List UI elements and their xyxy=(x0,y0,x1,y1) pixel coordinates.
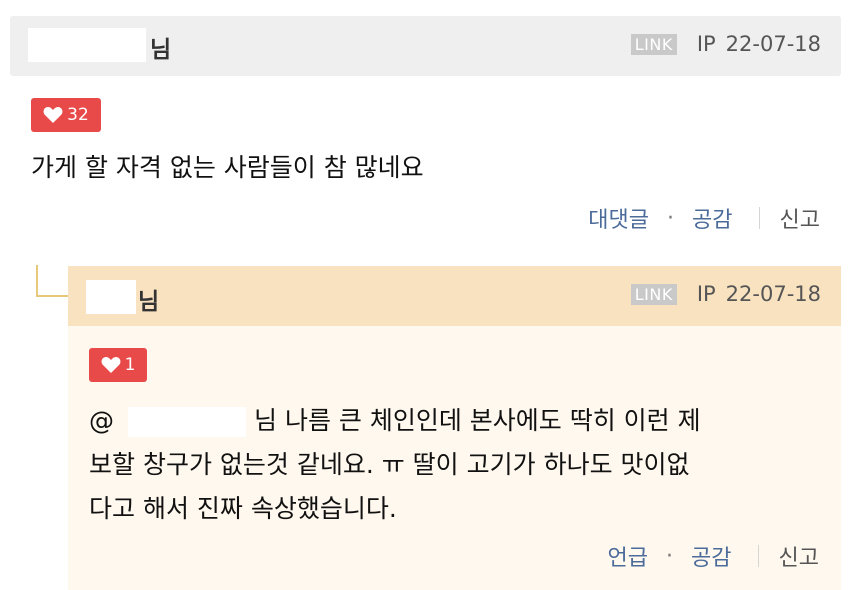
reply-like-count: 1 xyxy=(124,355,136,375)
like-count: 32 xyxy=(67,105,89,125)
heart-icon xyxy=(101,357,121,373)
reply-date: 22-07-18 xyxy=(725,282,821,306)
reply-connector xyxy=(36,265,70,297)
author-name-redacted[interactable] xyxy=(28,28,146,62)
comment-date: 22-07-18 xyxy=(725,32,821,56)
report-button[interactable]: 신고 xyxy=(780,202,820,234)
comment-meta: LINK IP 22-07-18 xyxy=(630,32,821,56)
mention-name-redacted[interactable] xyxy=(128,407,246,437)
reply-text-line-3: 다고 해서 진짜 속상했습니다. xyxy=(89,494,397,523)
heart-icon xyxy=(43,107,63,123)
link-badge[interactable]: LINK xyxy=(630,33,677,55)
ip-label: IP xyxy=(696,32,716,56)
author-suffix: 님 xyxy=(150,37,172,63)
reply-text-line-2: 보할 창구가 없는것 같네요. ㅠ 딸이 고기가 하나도 맛이없 xyxy=(89,450,690,479)
reply-meta: LINK IP 22-07-18 xyxy=(630,282,821,306)
reply-author-name-redacted[interactable] xyxy=(86,280,136,314)
reply-line1-text: 님 나름 큰 체인인데 본사에도 딱히 이런 제 xyxy=(254,406,701,435)
divider xyxy=(758,207,760,229)
reply-link-badge[interactable]: LINK xyxy=(630,283,677,305)
divider xyxy=(757,545,759,567)
mention-button[interactable]: 언급 xyxy=(608,540,648,572)
reply-actions: 언급 · 공감 신고 xyxy=(608,540,819,572)
comment-text: 가게 할 자격 없는 사람들이 참 많네요 xyxy=(31,153,424,182)
sympathy-button[interactable]: 공감 xyxy=(692,202,732,234)
comment-header: 님 LINK IP 22-07-18 xyxy=(10,16,841,76)
reply-header: 님 LINK IP 22-07-18 xyxy=(68,266,841,326)
comment-actions: 대댓글 · 공감 신고 xyxy=(588,202,820,234)
reply-button[interactable]: 대댓글 xyxy=(588,202,649,234)
separator-dot: · xyxy=(666,543,674,569)
reply-author-suffix: 님 xyxy=(138,289,160,315)
like-badge[interactable]: 32 xyxy=(31,98,101,132)
reply-sympathy-button[interactable]: 공감 xyxy=(691,540,731,572)
separator-dot: · xyxy=(667,205,675,231)
mention-at: @ xyxy=(89,406,114,435)
reply-like-badge[interactable]: 1 xyxy=(89,348,147,382)
reply-ip-label: IP xyxy=(696,282,716,306)
reply-body: 1 @ 님 나름 큰 체인인데 본사에도 딱히 이런 제 보할 창구가 없는것 같… xyxy=(68,326,841,590)
reply-text-line-1: @ 님 나름 큰 체인인데 본사에도 딱히 이런 제 xyxy=(89,400,701,442)
reply-report-button[interactable]: 신고 xyxy=(779,540,819,572)
